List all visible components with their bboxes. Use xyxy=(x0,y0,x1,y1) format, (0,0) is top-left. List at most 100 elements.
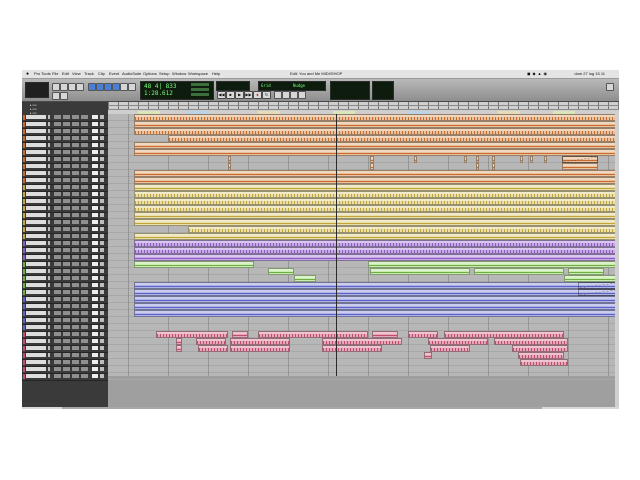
pan-field[interactable] xyxy=(100,339,104,343)
pan-field[interactable] xyxy=(100,150,104,154)
record-button[interactable]: ● xyxy=(253,91,262,99)
window-zoom-button[interactable] xyxy=(606,83,614,91)
menu-workspace[interactable]: Workspace xyxy=(188,70,208,78)
solo-mute-button[interactable] xyxy=(48,234,50,238)
online-button[interactable] xyxy=(274,91,282,99)
track-name-field[interactable] xyxy=(26,136,46,140)
audio-clip[interactable] xyxy=(134,149,618,156)
edit-canvas[interactable] xyxy=(108,114,619,407)
audio-clip[interactable] xyxy=(544,156,547,163)
volume-field[interactable] xyxy=(92,234,98,238)
track-name-field[interactable] xyxy=(26,262,46,266)
pan-field[interactable] xyxy=(100,332,104,336)
audio-clip[interactable] xyxy=(176,345,182,352)
track-io-selectors[interactable] xyxy=(54,164,90,168)
volume-field[interactable] xyxy=(92,143,98,147)
track-name-field[interactable] xyxy=(26,192,46,196)
audio-clip[interactable] xyxy=(258,331,368,338)
pan-field[interactable] xyxy=(100,192,104,196)
solo-mute-button[interactable] xyxy=(48,122,50,126)
audio-clip[interactable] xyxy=(430,345,470,352)
pan-field[interactable] xyxy=(100,185,104,189)
solo-mute-button[interactable] xyxy=(48,325,50,329)
audio-clip[interactable] xyxy=(518,352,564,359)
track-name-field[interactable] xyxy=(26,311,46,315)
audio-clip[interactable] xyxy=(322,338,402,345)
solo-mute-button[interactable] xyxy=(48,248,50,252)
audio-clip[interactable] xyxy=(134,303,618,310)
menu-audiosuite[interactable]: AudioSuite xyxy=(122,70,141,78)
pan-field[interactable] xyxy=(100,136,104,140)
track-io-selectors[interactable] xyxy=(54,353,90,357)
audio-clip[interactable] xyxy=(494,338,568,345)
end-field[interactable] xyxy=(191,88,209,91)
audio-clip[interactable] xyxy=(176,338,182,345)
menu-pro-tools[interactable]: Pro Tools xyxy=(34,70,51,78)
zoomer-tool-button[interactable] xyxy=(88,83,96,91)
menu-clip[interactable]: Clip xyxy=(98,70,105,78)
solo-mute-button[interactable] xyxy=(48,262,50,266)
audio-clip[interactable] xyxy=(134,282,618,289)
track-io-selectors[interactable] xyxy=(54,234,90,238)
solo-mute-button[interactable] xyxy=(48,290,50,294)
fade-region[interactable] xyxy=(578,282,618,289)
audio-clip[interactable] xyxy=(476,156,479,163)
audio-clip[interactable] xyxy=(134,191,618,198)
pan-field[interactable] xyxy=(100,346,104,350)
audio-clip[interactable] xyxy=(196,338,226,345)
menu-edit[interactable]: Edit xyxy=(62,70,69,78)
trim-tool-button[interactable] xyxy=(96,83,104,91)
pan-field[interactable] xyxy=(100,297,104,301)
audio-clip[interactable] xyxy=(492,163,495,170)
audio-clip[interactable] xyxy=(134,310,618,317)
track-io-selectors[interactable] xyxy=(54,276,90,280)
track-io-selectors[interactable] xyxy=(54,332,90,336)
slip-mode-button[interactable] xyxy=(60,83,68,91)
track-name-field[interactable] xyxy=(26,199,46,203)
pan-field[interactable] xyxy=(100,290,104,294)
track-io-selectors[interactable] xyxy=(54,283,90,287)
track-name-field[interactable] xyxy=(26,220,46,224)
pre-roll-button[interactable] xyxy=(282,91,290,99)
pan-field[interactable] xyxy=(100,164,104,168)
audio-clip[interactable] xyxy=(134,142,618,149)
track-io-selectors[interactable] xyxy=(54,304,90,308)
track-name-field[interactable] xyxy=(26,276,46,280)
volume-field[interactable] xyxy=(92,290,98,294)
track-name-field[interactable] xyxy=(26,318,46,322)
track-io-selectors[interactable] xyxy=(54,213,90,217)
audio-clip[interactable] xyxy=(134,170,618,177)
bpm-display[interactable] xyxy=(216,81,250,91)
track-name-field[interactable] xyxy=(26,255,46,259)
menu-window[interactable]: Window xyxy=(172,70,186,78)
volume-field[interactable] xyxy=(92,374,98,378)
audio-clip[interactable] xyxy=(134,198,618,205)
track-io-selectors[interactable] xyxy=(54,290,90,294)
track-io-selectors[interactable] xyxy=(54,262,90,266)
track-name-field[interactable] xyxy=(26,150,46,154)
spot-mode-button[interactable] xyxy=(68,83,76,91)
audio-clip[interactable] xyxy=(134,177,618,184)
track-io-selectors[interactable] xyxy=(54,150,90,154)
track-io-selectors[interactable] xyxy=(54,367,90,371)
solo-mute-button[interactable] xyxy=(48,241,50,245)
volume-field[interactable] xyxy=(92,332,98,336)
track-io-selectors[interactable] xyxy=(54,346,90,350)
track-io-selectors[interactable] xyxy=(54,339,90,343)
volume-field[interactable] xyxy=(92,164,98,168)
track-name-field[interactable] xyxy=(26,297,46,301)
track-name-field[interactable] xyxy=(26,339,46,343)
pan-field[interactable] xyxy=(100,304,104,308)
pan-field[interactable] xyxy=(100,367,104,371)
volume-field[interactable] xyxy=(92,304,98,308)
track-io-selectors[interactable] xyxy=(54,311,90,315)
pan-field[interactable] xyxy=(100,157,104,161)
solo-mute-button[interactable] xyxy=(48,143,50,147)
audio-clip[interactable] xyxy=(520,156,523,163)
volume-field[interactable] xyxy=(92,346,98,350)
pan-field[interactable] xyxy=(100,276,104,280)
volume-field[interactable] xyxy=(92,122,98,126)
solo-mute-button[interactable] xyxy=(48,374,50,378)
track-io-selectors[interactable] xyxy=(54,241,90,245)
audio-clip[interactable] xyxy=(476,163,479,170)
